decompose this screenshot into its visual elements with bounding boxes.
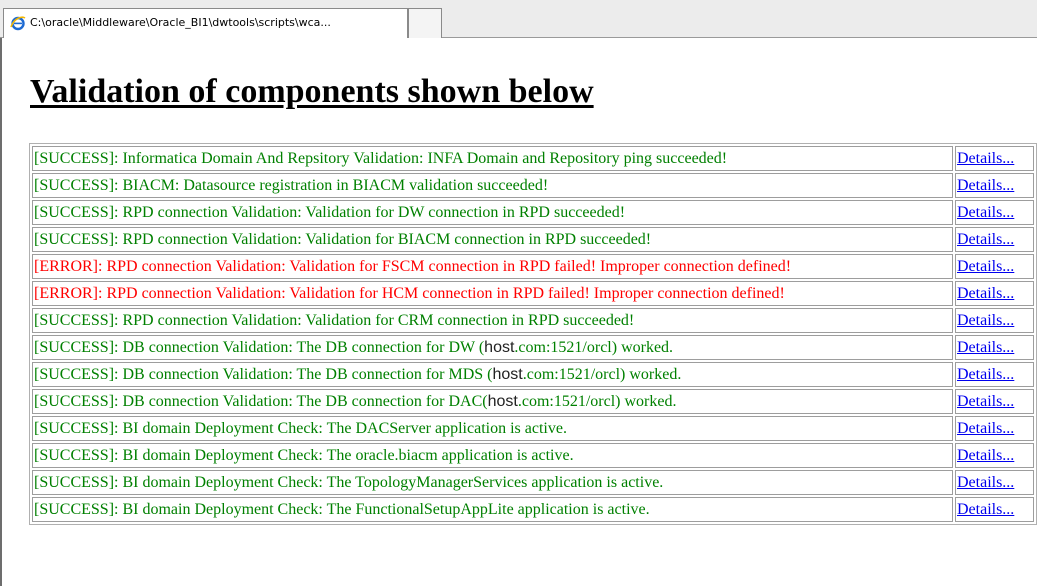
host-name: host — [492, 365, 523, 383]
success-message-cell: [SUCCESS]: DB connection Validation: The… — [32, 335, 953, 360]
results-table: [SUCCESS]: Informatica Domain And Repsit… — [29, 143, 1037, 525]
success-message-cell: [SUCCESS]: DB connection Validation: The… — [32, 389, 953, 414]
details-cell: Details... — [954, 227, 1034, 252]
success-message-cell: [SUCCESS]: BI domain Deployment Check: T… — [32, 497, 953, 522]
browser-tab-bar: C:\oracle\Middleware\Oracle_BI1\dwtools\… — [0, 0, 1037, 38]
details-link[interactable]: Details... — [957, 312, 1014, 329]
browser-tab[interactable]: C:\oracle\Middleware\Oracle_BI1\dwtools\… — [3, 8, 408, 38]
browser-tab-title: C:\oracle\Middleware\Oracle_BI1\dwtools\… — [30, 16, 331, 29]
details-cell: Details... — [954, 281, 1034, 306]
table-row: [SUCCESS]: BI domain Deployment Check: T… — [32, 470, 1034, 495]
ie-icon — [10, 16, 26, 31]
details-link[interactable]: Details... — [957, 339, 1014, 356]
details-link[interactable]: Details... — [957, 177, 1014, 194]
message-text: .com:1521/orcl) worked. — [514, 338, 674, 356]
table-row: [SUCCESS]: DB connection Validation: The… — [32, 389, 1034, 414]
error-message-cell: [ERROR]: RPD connection Validation: Vali… — [32, 254, 953, 279]
window-left-edge — [0, 38, 2, 586]
details-link[interactable]: Details... — [957, 474, 1014, 491]
details-cell: Details... — [954, 146, 1034, 171]
message-text: .com:1521/orcl) worked. — [517, 392, 677, 410]
results-table-body: [SUCCESS]: Informatica Domain And Repsit… — [32, 146, 1034, 522]
details-cell: Details... — [954, 254, 1034, 279]
details-cell: Details... — [954, 416, 1034, 441]
success-message-cell: [SUCCESS]: RPD connection Validation: Va… — [32, 308, 953, 333]
message-text: [SUCCESS]: DB connection Validation: The… — [34, 365, 493, 383]
details-cell: Details... — [954, 200, 1034, 225]
message-text: [SUCCESS]: DB connection Validation: The… — [34, 338, 485, 356]
details-cell: Details... — [954, 362, 1034, 387]
table-row: [SUCCESS]: BI domain Deployment Check: T… — [32, 497, 1034, 522]
table-row: [SUCCESS]: Informatica Domain And Repsit… — [32, 146, 1034, 171]
success-message-cell: [SUCCESS]: Informatica Domain And Repsit… — [32, 146, 953, 171]
details-link[interactable]: Details... — [957, 285, 1014, 302]
details-cell: Details... — [954, 470, 1034, 495]
new-tab-button[interactable] — [408, 8, 442, 38]
details-link[interactable]: Details... — [957, 231, 1014, 248]
details-cell: Details... — [954, 335, 1034, 360]
details-link[interactable]: Details... — [957, 447, 1014, 464]
details-link[interactable]: Details... — [957, 420, 1014, 437]
table-row: [SUCCESS]: RPD connection Validation: Va… — [32, 200, 1034, 225]
page-title: Validation of components shown below — [30, 73, 594, 110]
success-message-cell: [SUCCESS]: DB connection Validation: The… — [32, 362, 953, 387]
details-link[interactable]: Details... — [957, 150, 1014, 167]
table-row: [SUCCESS]: RPD connection Validation: Va… — [32, 308, 1034, 333]
message-text: .com:1521/orcl) worked. — [522, 365, 682, 383]
host-name: host — [484, 338, 515, 356]
details-cell: Details... — [954, 389, 1034, 414]
table-row: [ERROR]: RPD connection Validation: Vali… — [32, 281, 1034, 306]
details-link[interactable]: Details... — [957, 258, 1014, 275]
details-cell: Details... — [954, 497, 1034, 522]
details-cell: Details... — [954, 308, 1034, 333]
table-row: [SUCCESS]: BIACM: Datasource registratio… — [32, 173, 1034, 198]
success-message-cell: [SUCCESS]: BI domain Deployment Check: T… — [32, 443, 953, 468]
details-cell: Details... — [954, 443, 1034, 468]
table-row: [SUCCESS]: DB connection Validation: The… — [32, 362, 1034, 387]
table-row: [SUCCESS]: BI domain Deployment Check: T… — [32, 416, 1034, 441]
success-message-cell: [SUCCESS]: BI domain Deployment Check: T… — [32, 470, 953, 495]
error-message-cell: [ERROR]: RPD connection Validation: Vali… — [32, 281, 953, 306]
message-text: [SUCCESS]: DB connection Validation: The… — [34, 392, 488, 410]
success-message-cell: [SUCCESS]: BI domain Deployment Check: T… — [32, 416, 953, 441]
details-link[interactable]: Details... — [957, 393, 1014, 410]
success-message-cell: [SUCCESS]: RPD connection Validation: Va… — [32, 227, 953, 252]
details-link[interactable]: Details... — [957, 204, 1014, 221]
success-message-cell: [SUCCESS]: RPD connection Validation: Va… — [32, 200, 953, 225]
table-row: [ERROR]: RPD connection Validation: Vali… — [32, 254, 1034, 279]
table-row: [SUCCESS]: DB connection Validation: The… — [32, 335, 1034, 360]
details-cell: Details... — [954, 173, 1034, 198]
host-name: host — [487, 392, 518, 410]
details-link[interactable]: Details... — [957, 366, 1014, 383]
table-row: [SUCCESS]: BI domain Deployment Check: T… — [32, 443, 1034, 468]
details-link[interactable]: Details... — [957, 501, 1014, 518]
success-message-cell: [SUCCESS]: BIACM: Datasource registratio… — [32, 173, 953, 198]
table-row: [SUCCESS]: RPD connection Validation: Va… — [32, 227, 1034, 252]
